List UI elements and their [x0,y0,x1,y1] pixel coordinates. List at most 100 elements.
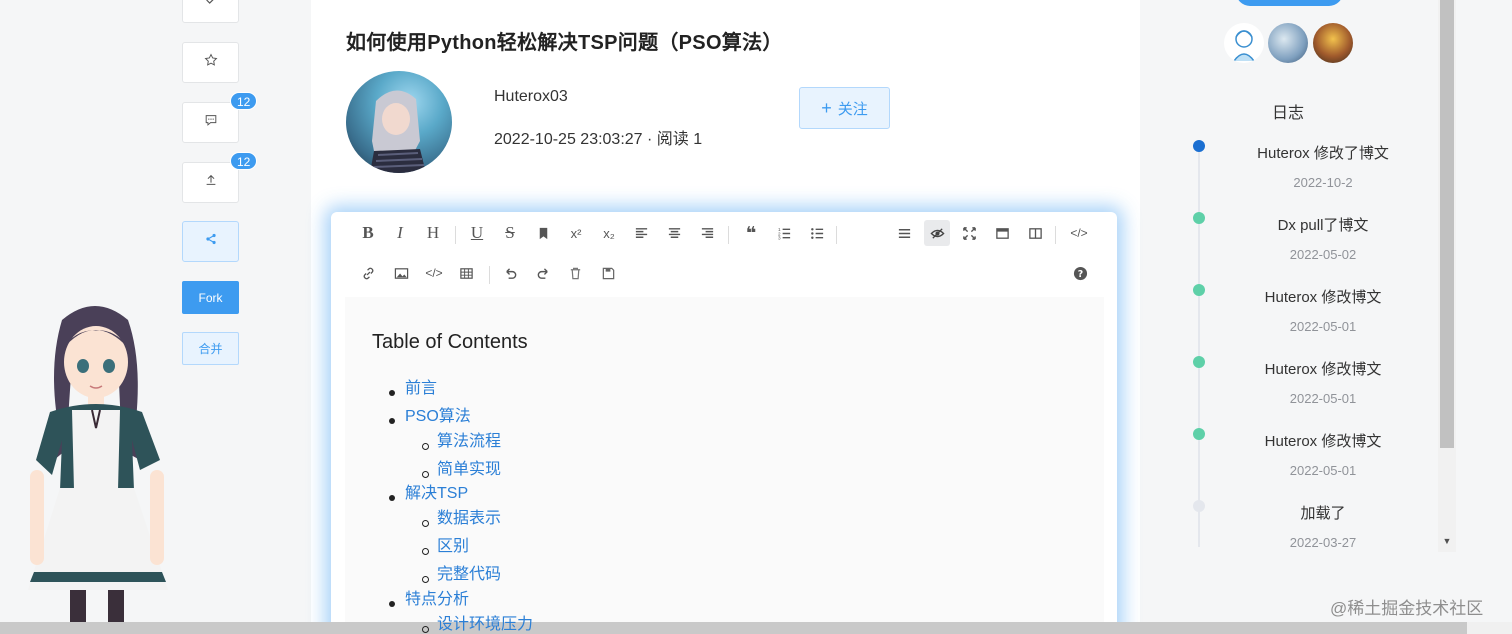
toc-link[interactable]: 设计环境压力 [437,610,533,634]
ordered-list-icon[interactable]: 123 [771,220,797,246]
log-title: 日志 [1272,105,1305,122]
bookmark-icon[interactable] [530,220,556,246]
unordered-list-icon[interactable] [804,220,830,246]
comment-count-badge: 12 [230,92,258,110]
timeline-item-text[interactable]: Huterox 修改博文 [1238,430,1408,451]
bullet-icon [389,418,395,424]
toc-link[interactable]: 解决TSP [405,479,468,503]
menu-icon[interactable] [891,220,917,246]
timeline-item-date: 2022-05-01 [1289,319,1357,334]
bullet-icon [389,495,395,501]
plus-icon: + [821,98,832,118]
circle-bullet-icon [422,626,429,633]
timeline-item-text[interactable]: Dx pull了博文 [1238,214,1408,235]
preview-toggle-icon[interactable] [924,220,950,246]
heading-icon[interactable]: H [420,220,446,246]
redo-icon[interactable] [530,260,556,286]
toc-link[interactable]: 特点分析 [405,585,469,609]
timeline-dot [1193,428,1205,440]
bold-icon[interactable]: B [355,220,381,246]
timeline-dot [1193,140,1205,152]
help-icon[interactable]: ? [1067,260,1093,286]
image-icon[interactable] [388,260,414,286]
timeline-dot [1193,284,1205,296]
align-right-icon[interactable] [694,220,720,246]
superscript-icon[interactable]: x² [563,220,589,246]
bullet-icon [389,390,395,396]
link-icon[interactable] [355,260,381,286]
favorite-button[interactable] [182,42,239,83]
underline-icon[interactable]: U [464,220,490,246]
circle-bullet-icon [422,443,429,450]
scrollbar-thumb[interactable] [1440,0,1454,448]
mascot-character [28,306,168,634]
timeline-item-text[interactable]: Huterox 修改博文 [1238,358,1408,379]
user-avatar[interactable] [1268,23,1308,63]
svg-text:3: 3 [777,235,780,240]
toc-title: Table of Contents [372,331,528,353]
timeline-item-date: 2022-10-2 [1293,175,1353,190]
circle-bullet-icon [422,548,429,555]
author-name[interactable]: Huterox03 [494,88,568,106]
user-avatar[interactable] [1313,23,1353,63]
toc-link[interactable]: 区别 [437,532,469,556]
timeline-item-date: 2022-05-02 [1289,247,1357,262]
circle-bullet-icon [422,471,429,478]
check-icon [204,0,218,12]
follow-label: 关注 [837,100,868,118]
circle-bullet-icon [422,520,429,527]
quote-icon[interactable]: ❝ [738,220,764,246]
subscript-icon[interactable]: x₂ [596,220,622,246]
upload-button[interactable] [182,162,239,203]
timeline-dot [1193,212,1205,224]
timeline-line [1198,147,1200,547]
toc-link[interactable]: 算法流程 [437,427,501,451]
toc-link[interactable]: 完整代码 [437,560,501,584]
toc-link[interactable]: 前言 [405,374,437,398]
share-icon [204,232,218,251]
star-icon [204,53,218,72]
code-view-icon[interactable]: </> [1066,220,1092,246]
fullscreen-icon[interactable] [956,220,982,246]
trash-icon[interactable] [562,260,588,286]
code-icon[interactable]: </> [421,260,447,286]
align-left-icon[interactable] [628,220,654,246]
follow-button[interactable]: + 关注 [799,87,890,129]
horizontal-scrollbar-thumb[interactable] [0,622,1467,634]
toc-link[interactable]: 数据表示 [437,504,501,528]
share-button[interactable] [182,221,239,262]
window-icon[interactable] [989,220,1015,246]
timeline-item-date: 2022-03-27 [1289,535,1357,550]
share-count-badge: 12 [230,152,258,170]
toc-link[interactable]: PSO算法 [405,402,471,426]
svg-text:?: ? [1077,268,1082,279]
timeline-item-text[interactable]: Huterox 修改博文 [1238,286,1408,307]
user-avatar[interactable] [1224,23,1264,63]
watermark: @稀土掘金技术社区 [1330,599,1484,618]
timeline-item-date: 2022-05-01 [1289,391,1357,406]
timeline-item-date: 2022-05-01 [1289,463,1357,478]
article-meta: 2022-10-25 23:03:27 · 阅读 1 [494,131,703,148]
timeline-item-text[interactable]: 加载了 [1238,502,1408,523]
toc-link[interactable]: 简单实现 [437,455,501,479]
author-avatar[interactable] [346,71,452,173]
strikethrough-icon[interactable]: S [497,220,523,246]
table-icon[interactable] [453,260,479,286]
bullet-icon [389,601,395,607]
italic-icon[interactable]: I [387,220,413,246]
timeline-dot [1193,356,1205,368]
like-button[interactable] [182,0,239,23]
align-center-icon[interactable] [661,220,687,246]
top-action-pill[interactable] [1236,0,1343,6]
timeline-item-text[interactable]: Huterox 修改了博文 [1238,142,1408,163]
undo-icon[interactable] [497,260,523,286]
comment-icon [204,113,218,132]
toolbar-row-2: </> ? [331,260,1117,290]
timeline-dot [1193,500,1205,512]
toolbar-row-1: B I H U S x² x₂ ❝ 123 </> [331,220,1117,250]
scroll-down-arrow[interactable]: ▼ [1441,535,1453,547]
comment-button[interactable] [182,102,239,143]
split-view-icon[interactable] [1022,220,1048,246]
circle-bullet-icon [422,576,429,583]
save-icon[interactable] [595,260,621,286]
